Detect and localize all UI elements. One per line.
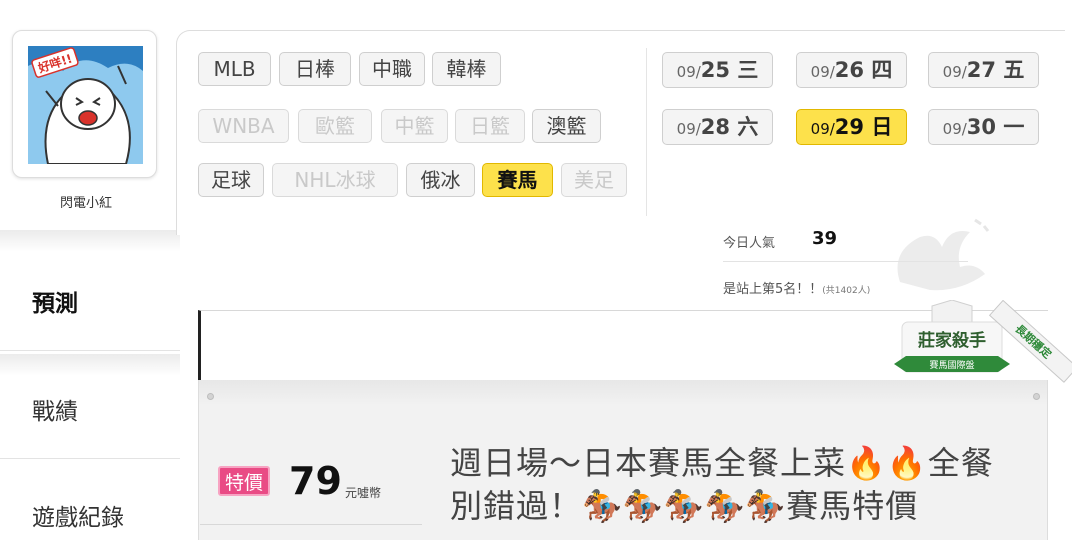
league-tag-nbl[interactable]: 澳籃 bbox=[532, 109, 601, 143]
nav-divider bbox=[0, 458, 180, 459]
svg-text:莊家殺手: 莊家殺手 bbox=[918, 330, 986, 351]
date-button[interactable]: 09/27 五 bbox=[928, 52, 1039, 88]
offer-headline[interactable]: 週日場～日本賽馬全餐上菜🔥🔥全餐別錯過！🏇🏇🏇🏇🏇賽馬特價 bbox=[450, 442, 1010, 528]
date-button-selected[interactable]: 09/29 日 bbox=[796, 109, 907, 145]
nav-divider bbox=[0, 350, 180, 351]
league-tag-wnba[interactable]: WNBA bbox=[198, 109, 289, 143]
avatar-sticker-image: 好咩!! bbox=[28, 46, 143, 164]
rank-text: 是站上第5名！！(共1402人) bbox=[723, 282, 871, 297]
popularity-label: 今日人氣 bbox=[723, 236, 776, 251]
league-tag-japan-basketball[interactable]: 日籃 bbox=[455, 109, 525, 143]
league-tag-mlb[interactable]: MLB bbox=[198, 52, 271, 86]
league-tag-npb[interactable]: 日棒 bbox=[279, 52, 351, 86]
league-tag-soccer[interactable]: 足球 bbox=[198, 163, 264, 197]
decor-bird-icon bbox=[897, 218, 990, 291]
league-tag-euro-basketball[interactable]: 歐籃 bbox=[298, 109, 372, 143]
league-tag-cba[interactable]: 中籃 bbox=[381, 109, 448, 143]
sidebar-item-record[interactable]: 戰績 bbox=[0, 392, 180, 426]
sidebar-item-prediction[interactable]: 預測 bbox=[0, 284, 180, 318]
panel-divider bbox=[646, 48, 647, 216]
price-divider bbox=[200, 524, 422, 525]
league-tag-nhl[interactable]: NHL冰球 bbox=[272, 163, 398, 197]
league-tag-horse-racing[interactable]: 賽馬 bbox=[482, 163, 553, 197]
sidebar: 好咩!! 閃電小紅 預測 戰績 遊戲紀錄 bbox=[0, 0, 180, 534]
league-tag-nfl[interactable]: 美足 bbox=[561, 163, 627, 197]
price-currency: 元噓幣 bbox=[345, 486, 382, 500]
date-button[interactable]: 09/28 六 bbox=[662, 109, 773, 145]
date-button[interactable]: 09/26 四 bbox=[796, 52, 907, 88]
date-button[interactable]: 09/30 一 bbox=[928, 109, 1039, 145]
popularity-value: 39 bbox=[812, 228, 838, 249]
league-tag-khl[interactable]: 俄冰 bbox=[406, 163, 475, 197]
price-value: 79 bbox=[289, 459, 342, 503]
username: 閃電小紅 bbox=[59, 196, 112, 211]
svg-text:賽馬國際盤: 賽馬國際盤 bbox=[929, 359, 974, 371]
date-button[interactable]: 09/25 三 bbox=[662, 52, 773, 88]
sidebar-item-game-history[interactable]: 遊戲紀錄 bbox=[0, 498, 180, 532]
nav-shadow bbox=[0, 230, 180, 252]
special-price-badge: 特價 bbox=[218, 466, 271, 496]
league-tag-kbo[interactable]: 韓棒 bbox=[432, 52, 501, 86]
nav-shadow bbox=[0, 354, 180, 376]
screw-icon bbox=[1033, 393, 1040, 400]
screw-icon bbox=[207, 393, 214, 400]
bookmaker-killer-badge: 莊家殺手 賽馬國際盤 長期穩定 bbox=[894, 300, 1072, 383]
avatar[interactable]: 好咩!! bbox=[12, 30, 157, 178]
league-tag-cpbl[interactable]: 中職 bbox=[359, 52, 425, 86]
rank-divider bbox=[723, 261, 968, 262]
